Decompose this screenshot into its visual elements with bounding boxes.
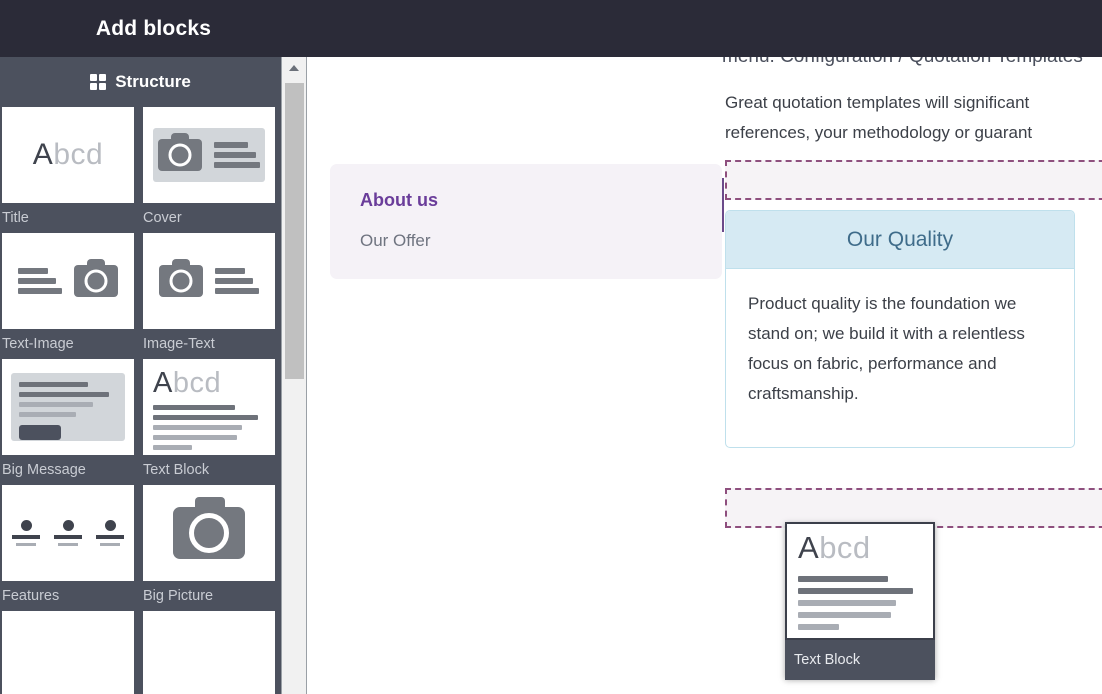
- block-label-title: Title: [2, 203, 134, 233]
- block-label-text-image: Text-Image: [2, 329, 134, 359]
- scrollbar-thumb[interactable]: [285, 83, 304, 379]
- our-quality-card[interactable]: Our Quality Product quality is the found…: [725, 210, 1075, 448]
- blocks-sidebar-content: Structure Abcd Title: [0, 57, 281, 694]
- top-header-bar: Add blocks: [0, 0, 1102, 57]
- block-thumb-next-b: [143, 611, 275, 694]
- drag-ghost-thumbnail: Abcd: [785, 522, 935, 640]
- text-lines-icon: [214, 142, 260, 168]
- block-item-big-message[interactable]: Big Message: [2, 359, 134, 485]
- cover-art: [153, 128, 265, 182]
- block-thumb-big-picture: [143, 485, 275, 581]
- block-thumb-title: Abcd: [2, 107, 134, 203]
- about-us-subtitle: Our Offer: [360, 231, 722, 251]
- big-picture-art: [143, 485, 275, 581]
- block-thumb-features: [2, 485, 134, 581]
- block-thumb-next-a: [2, 611, 134, 694]
- block-label-image-text: Image-Text: [143, 329, 275, 359]
- abcd-icon: Abcd: [33, 138, 103, 172]
- abcd-icon: Abcd: [798, 530, 871, 566]
- app-root: menu: Configuration / Quotation Template…: [0, 0, 1102, 694]
- sidebar-scrollbar[interactable]: [281, 57, 307, 694]
- panel-title: Add blocks: [0, 0, 307, 57]
- blocks-sidebar: Structure Abcd Title: [0, 57, 307, 694]
- camera-icon: [173, 507, 245, 559]
- block-item-image-text[interactable]: Image-Text: [143, 233, 275, 359]
- structure-section-header: Structure: [0, 57, 281, 107]
- block-item-text-image[interactable]: Text-Image: [2, 233, 134, 359]
- feature-item-icon: [96, 520, 124, 546]
- block-item-text-block[interactable]: Abcd Text Block: [143, 359, 275, 485]
- block-label-text-block: Text Block: [143, 455, 275, 485]
- intro-paragraph-line-1: Great quotation templates will significa…: [725, 88, 1102, 118]
- block-item-big-picture[interactable]: Big Picture: [143, 485, 275, 611]
- intro-paragraph: Great quotation templates will significa…: [725, 88, 1102, 148]
- camera-icon: [159, 265, 203, 297]
- our-quality-heading: Our Quality: [726, 211, 1074, 269]
- block-item-next-b[interactable]: [143, 611, 275, 694]
- drag-ghost-text-block[interactable]: Abcd Text Block: [785, 522, 935, 678]
- block-label-features: Features: [2, 581, 134, 611]
- features-art: [2, 485, 134, 581]
- about-us-panel[interactable]: About us Our Offer: [330, 164, 722, 279]
- drag-ghost-label: Text Block: [785, 640, 935, 680]
- block-item-next-a[interactable]: [2, 611, 134, 694]
- about-us-title: About us: [360, 190, 722, 211]
- drop-zone-upper[interactable]: [725, 160, 1102, 200]
- feature-item-icon: [12, 520, 40, 546]
- grid-icon: [90, 74, 106, 90]
- text-lines-icon: [798, 576, 923, 636]
- block-item-title[interactable]: Abcd Title: [2, 107, 134, 233]
- big-message-art: [11, 373, 125, 441]
- block-grid: Abcd Title Cover: [2, 107, 281, 694]
- block-item-features[interactable]: Features: [2, 485, 134, 611]
- block-thumb-text-block: Abcd: [143, 359, 275, 455]
- structure-section-label: Structure: [115, 72, 191, 92]
- camera-icon: [158, 139, 202, 171]
- image-text-art: [143, 233, 275, 329]
- block-label-cover: Cover: [143, 203, 275, 233]
- block-thumb-big-message: [2, 359, 134, 455]
- block-label-big-picture: Big Picture: [143, 581, 275, 611]
- feature-item-icon: [54, 520, 82, 546]
- intro-paragraph-line-2: references, your methodology or guarant: [725, 118, 1102, 148]
- block-thumb-cover: [143, 107, 275, 203]
- block-thumb-text-image: [2, 233, 134, 329]
- our-quality-body: Product quality is the foundation we sta…: [726, 269, 1074, 409]
- abcd-icon: Abcd: [153, 367, 221, 400]
- block-thumb-image-text: [143, 233, 275, 329]
- camera-icon: [74, 265, 118, 297]
- editor-canvas: menu: Configuration / Quotation Template…: [307, 0, 1102, 694]
- text-lines-icon: [18, 268, 62, 294]
- text-lines-icon: [153, 405, 267, 455]
- block-label-big-message: Big Message: [2, 455, 134, 485]
- chevron-up-icon: [289, 65, 299, 71]
- block-item-cover[interactable]: Cover: [143, 107, 275, 233]
- scroll-up-button[interactable]: [282, 57, 306, 79]
- text-image-art: [2, 233, 134, 329]
- text-lines-icon: [215, 268, 259, 294]
- button-shape-icon: [19, 425, 61, 440]
